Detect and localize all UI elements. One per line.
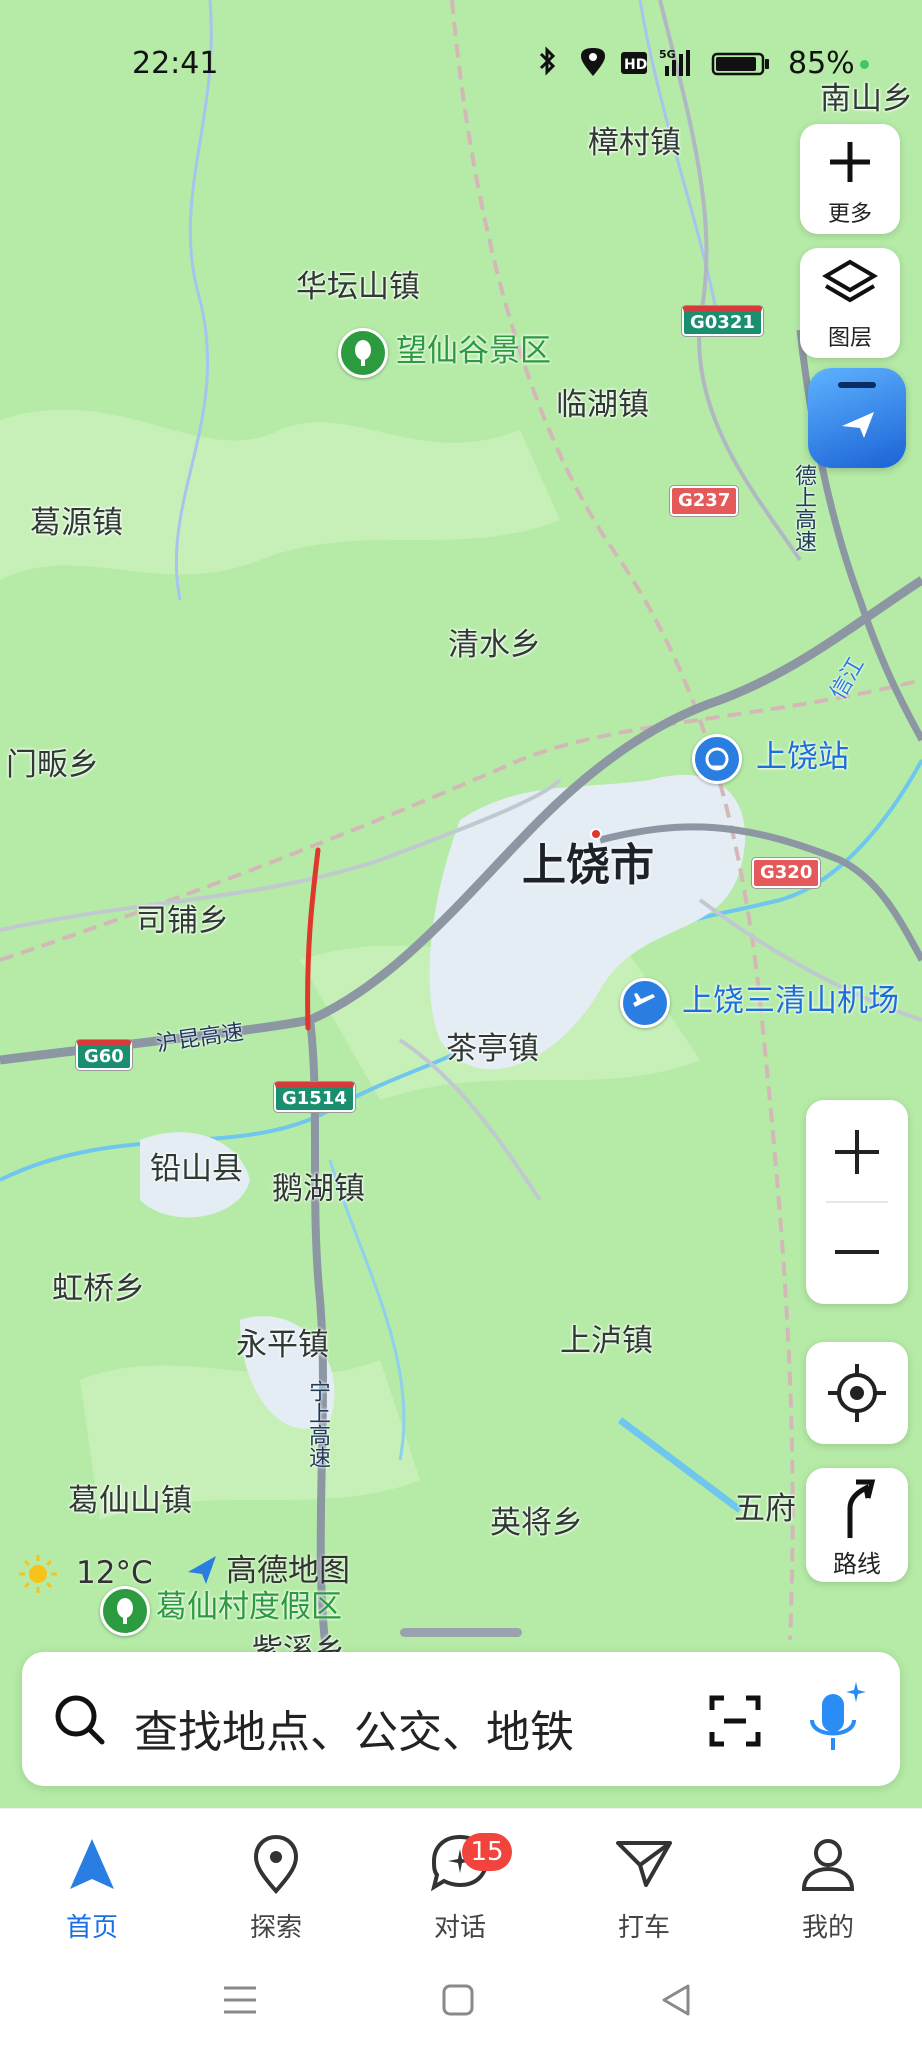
- highway-shield: G237: [670, 486, 739, 516]
- route-button[interactable]: 路线: [806, 1468, 908, 1582]
- town-label: 铅山县: [150, 1151, 243, 1187]
- route-label: 路线: [833, 1550, 881, 1578]
- scenic-label[interactable]: 望仙谷景区: [396, 336, 551, 367]
- town-label: 葛源镇: [30, 505, 123, 541]
- home-square-icon[interactable]: [438, 1980, 478, 2020]
- tab-explore-label: 探索: [249, 1913, 302, 1943]
- town-label: 茶亭镇: [446, 1031, 539, 1067]
- assistant-mailbox-button[interactable]: [808, 368, 906, 468]
- status-time: 22:41: [132, 46, 219, 81]
- tab-taxi[interactable]: 打车: [584, 1829, 704, 1943]
- tab-explore[interactable]: 探索: [216, 1829, 336, 1943]
- hd-icon: HD: [621, 52, 647, 74]
- highway-shield: G320: [752, 858, 821, 888]
- town-label: 樟村镇: [588, 125, 681, 161]
- bluetooth-icon: [539, 46, 556, 76]
- 5g-signal-icon: 5G: [659, 48, 690, 76]
- taxi-icon: [616, 1841, 672, 1887]
- town-label: 门畈乡: [6, 747, 99, 783]
- town-label: 南山乡: [820, 81, 913, 117]
- town-label: 葛仙山镇: [68, 1483, 192, 1519]
- town-label: 英将乡: [490, 1505, 583, 1541]
- train-station-icon[interactable]: [692, 734, 742, 784]
- sun-icon: [16, 1552, 60, 1596]
- svg-text:HD: HD: [624, 57, 647, 73]
- town-label: 永平镇: [236, 1327, 329, 1363]
- road-label: 德上高速: [791, 464, 816, 552]
- tab-chat-label: 对话: [433, 1913, 486, 1943]
- town-label: 虹桥乡: [52, 1271, 145, 1307]
- brand-label: 高德地图: [226, 1553, 350, 1589]
- more-button[interactable]: 更多: [800, 124, 900, 234]
- weather-temperature[interactable]: 12°C: [76, 1558, 153, 1589]
- route-fork-icon: [847, 1479, 876, 1538]
- road-label: 宁上高速: [305, 1380, 330, 1468]
- navigation-arrow-icon: [70, 1839, 114, 1889]
- town-label: 五府: [734, 1491, 796, 1527]
- highway-shield: G1514: [274, 1082, 355, 1112]
- more-label: 更多: [827, 202, 872, 227]
- location-pin-icon: [253, 1834, 299, 1895]
- town-label: 鹅湖镇: [272, 1171, 365, 1207]
- back-triangle-icon[interactable]: [656, 1980, 696, 2020]
- tab-chat[interactable]: 15 对话: [400, 1829, 520, 1943]
- tab-taxi-label: 打车: [617, 1913, 670, 1943]
- airport-label[interactable]: 上饶三清山机场: [682, 986, 899, 1017]
- layers-icon: [822, 259, 878, 303]
- scenic-spot-icon[interactable]: [100, 1586, 150, 1636]
- highway-shield: G0321: [682, 306, 763, 336]
- highway-shield: G60: [76, 1040, 132, 1070]
- person-icon: [801, 1839, 855, 1891]
- voice-microphone-icon[interactable]: [800, 1680, 870, 1760]
- amap-logo-icon: [184, 1552, 220, 1588]
- mailbox-icon: [838, 382, 876, 438]
- town-label: 上泸镇: [560, 1323, 653, 1359]
- location-icon: [581, 48, 605, 76]
- map-canvas[interactable]: 南山乡 樟村镇 华坛山镇 临湖镇 葛源镇 清水乡 门畈乡 司铺乡 茶亭镇 铅山县…: [0, 0, 922, 1810]
- status-dot: [860, 60, 869, 69]
- menu-icon[interactable]: [220, 1980, 260, 2020]
- zoom-in-icon: [835, 1130, 879, 1174]
- layers-button[interactable]: 图层: [800, 248, 900, 358]
- airport-icon[interactable]: [620, 978, 670, 1028]
- city-label: 上饶市: [522, 840, 654, 891]
- tab-home-label: 首页: [65, 1913, 118, 1943]
- tab-profile-label: 我的: [801, 1913, 854, 1943]
- locate-me-button[interactable]: [806, 1342, 908, 1444]
- svg-text:5G: 5G: [659, 48, 676, 61]
- battery-icon: [711, 52, 769, 76]
- plus-icon: [830, 142, 870, 182]
- town-label: 临湖镇: [556, 387, 649, 423]
- tab-home[interactable]: 首页: [32, 1829, 152, 1943]
- town-label: 司铺乡: [136, 903, 229, 939]
- scenic-spot-icon[interactable]: [338, 328, 388, 378]
- highlighted-route: [305, 847, 321, 1031]
- zoom-control[interactable]: [806, 1100, 908, 1304]
- town-label: 华坛山镇: [296, 269, 420, 305]
- station-label[interactable]: 上饶站: [756, 742, 849, 773]
- chat-unread-badge: 15: [462, 1833, 512, 1871]
- status-icons: HD 5G: [535, 46, 775, 87]
- town-label: 清水乡: [448, 627, 541, 663]
- scan-icon[interactable]: [708, 1694, 762, 1748]
- scenic-label[interactable]: 葛仙村度假区: [156, 1592, 342, 1623]
- system-nav-bar: [0, 1960, 922, 2048]
- layers-label: 图层: [827, 326, 872, 351]
- tab-profile[interactable]: 我的: [768, 1829, 888, 1943]
- search-bar[interactable]: 查找地点、公交、地铁: [22, 1652, 900, 1786]
- search-input[interactable]: 查找地点、公交、地铁: [134, 1696, 574, 1760]
- battery-percent: 85%: [788, 46, 855, 81]
- search-icon: [55, 1695, 105, 1745]
- status-bar: 22:41 HD 5G 85%: [0, 38, 922, 88]
- crosshair-icon: [828, 1364, 886, 1422]
- sheet-handle[interactable]: [400, 1628, 522, 1637]
